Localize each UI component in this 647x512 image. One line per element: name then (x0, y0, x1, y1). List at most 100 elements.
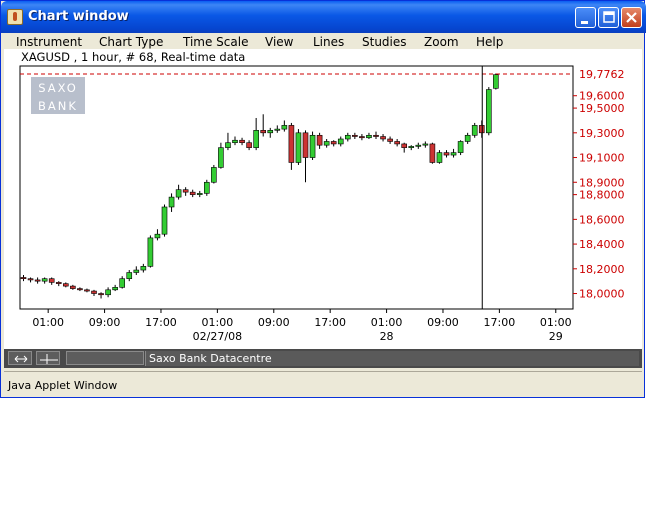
x-tick-label-time: 09:00 (89, 316, 121, 329)
candle-body-down (91, 290, 97, 294)
y-tick-label: 18,9000 (579, 176, 625, 189)
x-tick-label-time: 01:00 (202, 316, 234, 329)
candle-body-down (246, 142, 252, 148)
candle (485, 87, 492, 136)
saxo-bank-logo: SAXO BANK (31, 77, 85, 114)
candle-body-up (436, 152, 443, 163)
menu-studies[interactable]: Studies (362, 35, 407, 49)
candle-body-down (302, 132, 309, 158)
candle (204, 179, 210, 196)
candle-body-up (366, 134, 372, 139)
x-tick-label-time: 17:00 (145, 316, 177, 329)
x-tick-label-time: 17:00 (314, 316, 346, 329)
candle-body-up (154, 233, 161, 239)
candle-body-up (105, 289, 111, 296)
candle-body-down (27, 278, 34, 281)
candle (309, 131, 316, 161)
chart-window: Chart window Instrument Chart Type Time … (0, 0, 646, 398)
candle-body-up (471, 125, 478, 136)
minimize-icon (581, 21, 588, 24)
candle-body-up (119, 278, 125, 288)
candle-body-down (401, 143, 408, 148)
current-price-label: 19,7762 (579, 68, 625, 81)
window-title: Chart window (28, 9, 129, 24)
crosshair-tool-button[interactable] (36, 351, 60, 365)
menu-lines[interactable]: Lines (313, 35, 344, 49)
candle-body-down (330, 141, 337, 145)
candle-body-up (457, 141, 464, 153)
menu-view[interactable]: View (265, 35, 293, 49)
maximize-button[interactable] (598, 7, 619, 28)
candle (211, 164, 217, 184)
java-app-icon (7, 9, 23, 25)
x-tick-label-time: 09:00 (427, 316, 459, 329)
toolbar-blank-field (66, 351, 144, 365)
candle-body-down (373, 134, 379, 137)
candle-body-up (133, 269, 140, 273)
candle-body-up (323, 141, 330, 146)
candle-body-down (98, 293, 104, 296)
candle-body-up (140, 266, 147, 271)
candle-body-up (415, 144, 422, 147)
y-tick-label: 18,2000 (579, 263, 625, 276)
y-tick-label: 18,4000 (579, 238, 625, 251)
x-tick-label-date: 28 (380, 330, 394, 343)
pan-tool-button[interactable] (8, 351, 32, 365)
y-axis: 19,600019,5000 19,3000 19,1000 18,900018,80… (573, 90, 625, 301)
candle-body-down (443, 152, 450, 156)
candle (471, 122, 478, 138)
chart-panel[interactable]: XAGUSD , 1 hour, # 68, Real-time data SA… (4, 49, 642, 349)
candle-body-up (168, 196, 175, 208)
crosshair-icon (40, 354, 58, 364)
maximize-icon (603, 11, 615, 23)
menu-chart-type[interactable]: Chart Type (99, 35, 163, 49)
minimize-button[interactable] (575, 7, 596, 28)
candle (429, 142, 436, 164)
candle-body-down (394, 141, 400, 145)
x-axis: 01:00 09:00 17:00 01:0002/27/0809:00 17:00 01… (32, 309, 572, 343)
x-tick-label-time: 09:00 (258, 316, 290, 329)
candle (493, 73, 499, 90)
candle-body-down (189, 191, 196, 195)
candle-body-up (147, 237, 154, 267)
datacentre-label: Saxo Bank Datacentre (149, 352, 272, 365)
status-bar: Java Applet Window (4, 371, 642, 396)
x-tick-label-date: 29 (549, 330, 563, 343)
menu-instrument[interactable]: Instrument (16, 35, 82, 49)
y-tick-label: 19,1000 (579, 152, 625, 165)
candle-body-up (41, 278, 48, 282)
candle-body-up (267, 130, 274, 134)
candle-body-up (253, 130, 259, 148)
datacentre-field: Saxo Bank Datacentre (145, 351, 639, 366)
candle-body-up (112, 287, 118, 291)
pan-icon (14, 355, 28, 363)
candle-body-down (429, 143, 436, 163)
y-tick-label: 19,6000 (579, 90, 625, 103)
close-button[interactable] (621, 7, 642, 28)
status-text: Java Applet Window (8, 379, 118, 392)
candle-body-down (359, 136, 365, 139)
candle-body-down (20, 277, 27, 279)
candle-body-down (55, 282, 62, 284)
candle-body-up (450, 152, 457, 156)
candle-body-up (408, 146, 415, 148)
menu-zoom[interactable]: Zoom (424, 35, 459, 49)
y-tick-label: 19,5000 (579, 102, 625, 115)
candle-body-up (211, 167, 217, 183)
x-tick-label-time: 01:00 (32, 316, 64, 329)
candle-body-up (422, 143, 429, 146)
title-bar[interactable]: Chart window (1, 1, 646, 33)
candlestick-chart[interactable]: SAXO BANK 19,600019,5000 19,3000 19,1000 18… (4, 49, 642, 349)
menu-time-scale[interactable]: Time Scale (183, 35, 248, 49)
y-tick-label: 18,8000 (579, 189, 625, 202)
candle (295, 129, 302, 165)
candle-body-up (225, 142, 231, 148)
candle-body-up (344, 134, 351, 140)
x-tick-label-time: 01:00 (371, 316, 403, 329)
candle-body-up (204, 181, 210, 194)
menu-help[interactable]: Help (476, 35, 503, 49)
candle-body-up (295, 132, 302, 163)
candle-body-down (182, 189, 189, 193)
y-tick-label: 18,0000 (579, 288, 625, 301)
candle-body-down (352, 134, 358, 137)
